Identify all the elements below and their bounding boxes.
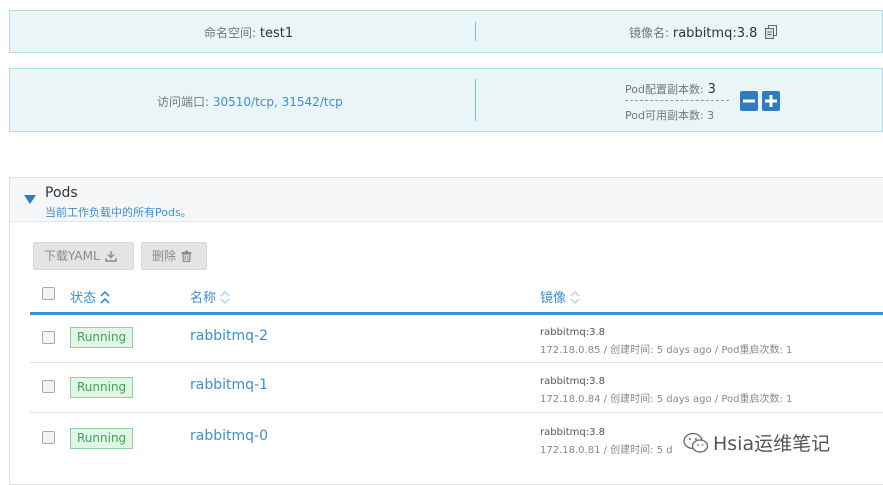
divider xyxy=(475,22,476,41)
copy-icon[interactable] xyxy=(765,25,778,42)
delete-label: 删除 xyxy=(152,249,177,263)
watermark-text: Hsia运维笔记 xyxy=(713,433,831,455)
column-image-label: 镜像 xyxy=(540,291,567,306)
column-status-label: 状态 xyxy=(70,291,97,306)
delete-button[interactable]: 删除 xyxy=(141,242,207,270)
wechat-icon xyxy=(683,432,709,453)
info-box-ports-replicas: 访问端口: 30510/tcp, 31542/tcp Pod配置副本数: 3 Po… xyxy=(9,68,883,132)
plus-icon xyxy=(765,95,777,107)
download-yaml-label: 下载YAML xyxy=(44,249,100,263)
config-replicas: Pod配置副本数: 3 xyxy=(625,81,729,101)
pod-image: rabbitmq:3.8 xyxy=(540,327,605,338)
status-badge: Running xyxy=(70,428,134,449)
collapse-caret-icon[interactable] xyxy=(24,195,36,204)
pod-name-link[interactable]: rabbitmq-2 xyxy=(190,328,268,344)
pod-image: rabbitmq:3.8 xyxy=(540,427,605,438)
image-value: rabbitmq:3.8 xyxy=(672,26,758,41)
decrease-replicas-button[interactable] xyxy=(740,91,758,111)
pods-header[interactable]: Pods 当前工作负载中的所有Pods。 xyxy=(10,178,883,222)
sort-icon xyxy=(220,290,230,305)
pod-detail: 172.18.0.85 / 创建时间: 5 days ago / Pod重启次数… xyxy=(540,345,793,356)
watermark: Hsia运维笔记 xyxy=(683,429,830,456)
row-checkbox[interactable] xyxy=(42,331,55,344)
column-name-label: 名称 xyxy=(190,291,217,306)
namespace-field: 命名空间: test1 xyxy=(204,24,293,41)
download-yaml-button[interactable]: 下载YAML xyxy=(33,242,134,270)
available-replicas-value: 3 xyxy=(707,109,715,122)
pod-name-link[interactable]: rabbitmq-1 xyxy=(190,377,268,393)
row-checkbox[interactable] xyxy=(42,380,55,393)
pod-detail: 172.18.0.81 / 创建时间: 5 d xyxy=(540,445,673,456)
config-replicas-value: 3 xyxy=(707,82,716,97)
pods-title: Pods xyxy=(45,185,78,201)
download-icon xyxy=(104,251,117,262)
column-header-status[interactable]: 状态 xyxy=(70,287,110,306)
select-all-checkbox[interactable] xyxy=(42,287,55,300)
sort-asc-icon xyxy=(100,290,110,304)
row-checkbox[interactable] xyxy=(42,431,55,444)
column-header-name[interactable]: 名称 xyxy=(190,287,230,306)
info-box-namespace-image: 命名空间: test1 镜像名: rabbitmq:3.8 xyxy=(9,10,883,53)
image-field: 镜像名: rabbitmq:3.8 xyxy=(629,24,778,42)
table-header-underline xyxy=(30,312,883,315)
ports-field: 访问端口: 30510/tcp, 31542/tcp xyxy=(157,93,343,110)
config-replicas-label: Pod配置副本数: xyxy=(625,83,704,96)
row-divider xyxy=(30,412,883,413)
pods-subtitle: 当前工作负载中的所有Pods。 xyxy=(45,206,192,219)
replica-counts: Pod配置副本数: 3 Pod可用副本数: 3 xyxy=(625,81,729,123)
status-badge: Running xyxy=(70,327,134,348)
column-header-image[interactable]: 镜像 xyxy=(540,287,580,306)
trash-icon xyxy=(181,250,192,263)
divider xyxy=(475,79,476,121)
sort-icon xyxy=(570,290,580,305)
namespace-value: test1 xyxy=(259,26,294,41)
row-divider xyxy=(30,362,883,363)
namespace-label: 命名空间: xyxy=(204,26,257,40)
available-replicas-label: Pod可用副本数: xyxy=(625,109,704,122)
status-badge: Running xyxy=(70,377,134,398)
pod-detail: 172.18.0.84 / 创建时间: 5 days ago / Pod重启次数… xyxy=(540,394,793,405)
image-label: 镜像名: xyxy=(629,26,670,40)
minus-icon xyxy=(743,99,755,103)
pod-name-link[interactable]: rabbitmq-0 xyxy=(190,428,268,444)
ports-label: 访问端口: xyxy=(157,95,210,109)
pod-image: rabbitmq:3.8 xyxy=(540,376,605,387)
ports-link[interactable]: 30510/tcp, 31542/tcp xyxy=(213,95,343,109)
increase-replicas-button[interactable] xyxy=(762,91,780,111)
available-replicas: Pod可用副本数: 3 xyxy=(625,107,729,123)
